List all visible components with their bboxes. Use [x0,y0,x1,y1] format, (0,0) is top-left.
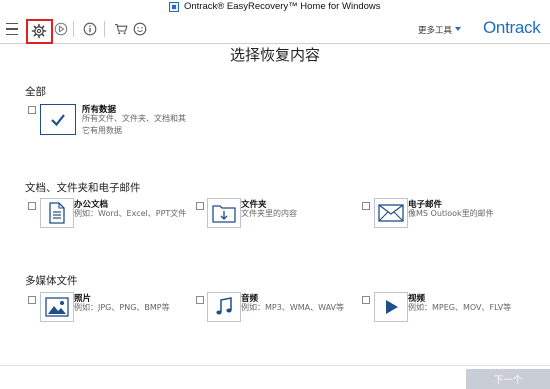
all-data-desc-2: 它有用数据 [82,126,122,135]
toolbar-divider [104,21,105,37]
photos-checkbox[interactable] [28,296,36,304]
next-button[interactable]: 下一个 [466,369,550,389]
folders-desc: 文件夹里的内容 [241,209,297,218]
email-checkbox[interactable] [362,202,370,210]
footer-divider [0,365,550,366]
more-tools-menu[interactable]: 更多工具 [418,24,452,36]
smile-icon[interactable] [131,20,149,38]
option-all-data[interactable]: 所有数据 所有文件、文件夹、文档和其 它有用数据 [28,104,198,144]
play-icon[interactable] [52,20,70,38]
option-office-docs[interactable]: 办公文档 例如：Word、Excel、PPT文件 [28,198,198,232]
option-video[interactable]: 视频 例如：MPEG、MOV、FLV等 [362,292,522,326]
page-title: 选择恢复内容 [229,46,320,64]
office-docs-checkbox[interactable] [28,202,36,210]
music-icon [207,292,241,322]
gear-icon[interactable] [30,22,48,40]
cart-icon[interactable] [112,20,130,38]
section-title-all: 全部 [25,86,46,98]
photos-desc: 例如：JPG、PNG、BMP等 [74,303,170,312]
mail-icon [374,198,408,228]
photo-icon [40,292,74,322]
option-audio[interactable]: 音频 例如：MP3、WMA、WAV等 [196,292,356,326]
audio-desc: 例如：MP3、WMA、WAV等 [241,303,345,312]
office-docs-desc: 例如：Word、Excel、PPT文件 [74,209,187,218]
document-icon [40,198,74,228]
folders-checkbox[interactable] [196,202,204,210]
info-icon[interactable] [81,20,99,38]
all-data-checkbox[interactable] [28,106,36,114]
section-title-multimedia: 多媒体文件 [25,275,78,287]
chevron-down-icon[interactable] [455,27,461,31]
option-folders[interactable]: 文件夹 文件夹里的内容 [196,198,356,232]
video-checkbox[interactable] [362,296,370,304]
brand-logo: Ontrack [483,18,541,37]
video-desc: 例如：MPEG、MOV、FLV等 [408,303,512,312]
toolbar-divider [73,21,74,37]
audio-checkbox[interactable] [196,296,204,304]
email-desc: 像MS Outlook里的邮件 [408,209,494,218]
app-icon [169,2,179,12]
check-icon [40,104,76,135]
window-title: Ontrack® EasyRecovery™ Home for Windows [184,1,381,12]
all-data-desc: 所有文件、文件夹、文档和其 [82,114,186,123]
section-title-documents: 文档、文件夹和电子邮件 [25,182,141,194]
option-email[interactable]: 电子邮件 像MS Outlook里的邮件 [362,198,512,232]
toolbar: 更多工具 Ontrack [0,14,550,44]
menu-icon[interactable] [3,20,21,38]
folder-icon [207,198,241,228]
option-photos[interactable]: 照片 例如：JPG、PNG、BMP等 [28,292,198,326]
title-bar: Ontrack® EasyRecovery™ Home for Windows [0,0,550,14]
video-icon [374,292,408,322]
